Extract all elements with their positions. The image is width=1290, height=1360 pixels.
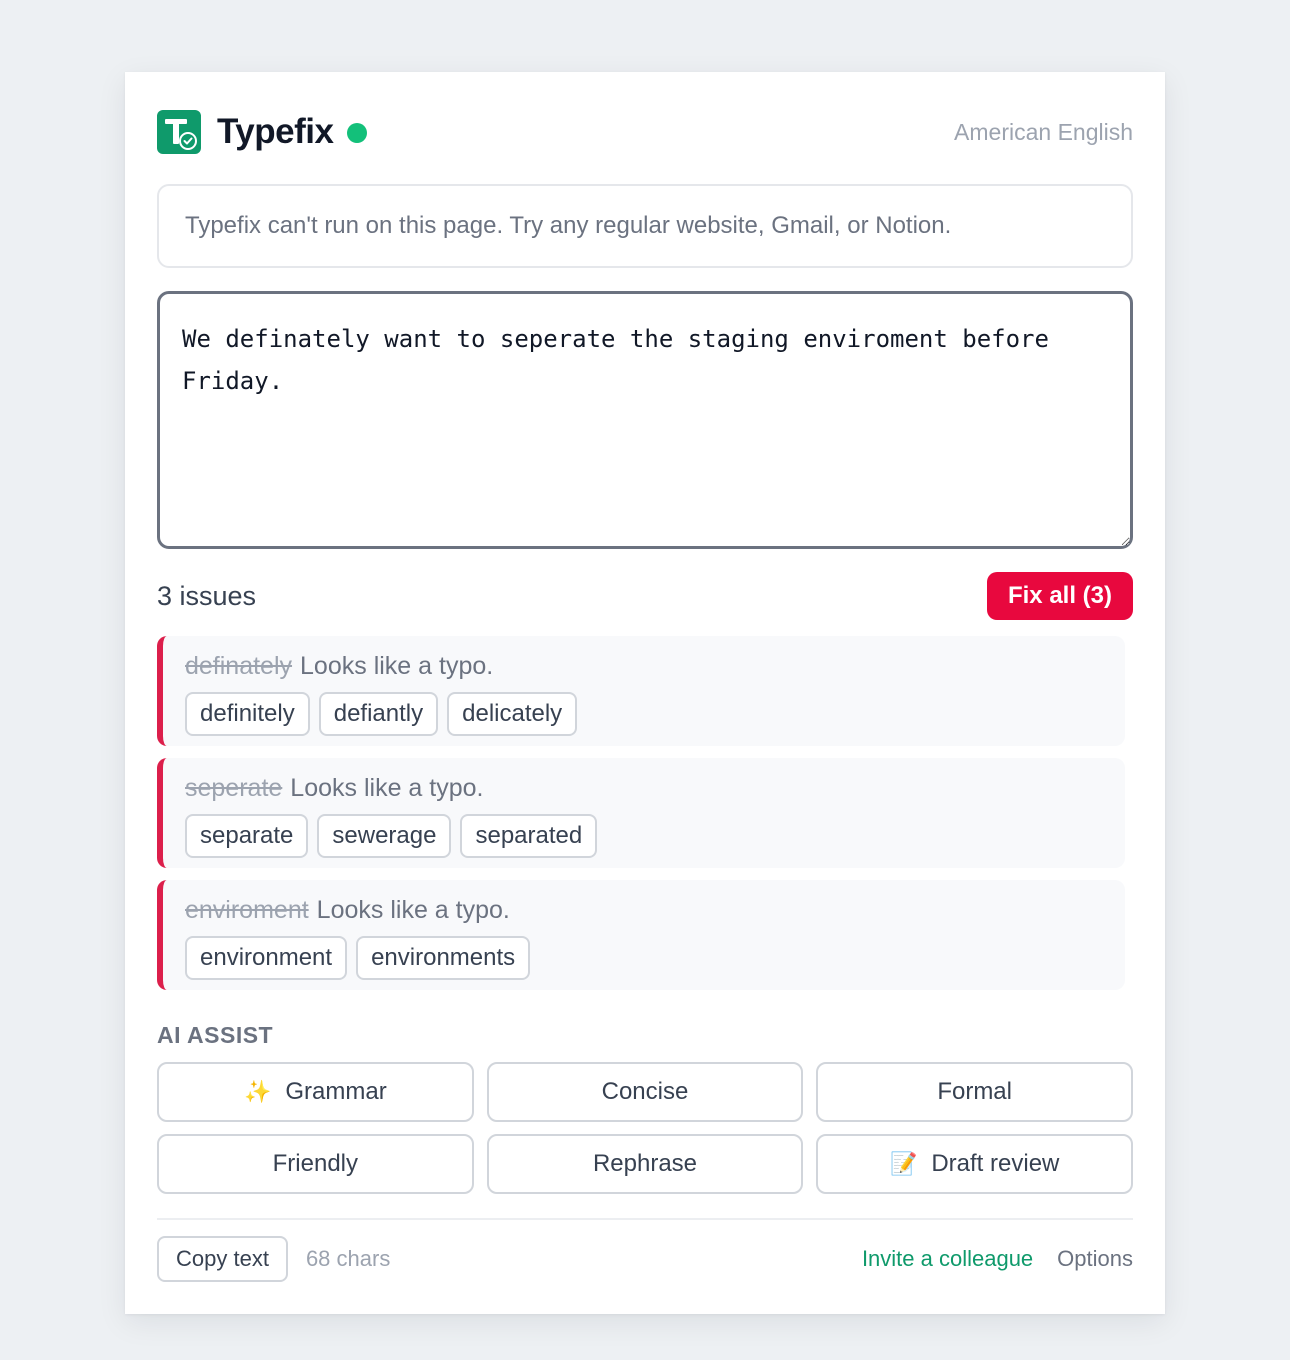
ai-friendly-button[interactable]: Friendly: [157, 1134, 474, 1194]
issue-description: enviroment Looks like a typo.: [185, 894, 1125, 926]
issues-count: 3 issues: [157, 580, 257, 611]
sparkles-icon: ✨: [243, 1079, 272, 1104]
ai-button-label: Grammar: [285, 1078, 387, 1105]
brand: Typefix: [157, 110, 368, 154]
invite-colleague-link[interactable]: Invite a colleague: [862, 1246, 1033, 1272]
issue-message: Looks like a typo.: [300, 652, 494, 680]
app-name: Typefix: [217, 112, 334, 151]
suggestion-list: definitely defiantly delicately: [185, 692, 1125, 736]
issue-card: enviroment Looks like a typo. environment…: [157, 880, 1125, 990]
issue-card: definately Looks like a typo. definitely …: [157, 636, 1125, 746]
footer-right: Invite a colleague Options: [862, 1246, 1133, 1272]
ai-button-label: Rephrase: [592, 1150, 698, 1177]
suggestion-chip[interactable]: definitely: [185, 692, 310, 736]
language-selector[interactable]: American English: [954, 119, 1133, 146]
ai-assist-heading: AI ASSIST: [157, 1022, 274, 1048]
suggestion-chip[interactable]: separated: [460, 814, 598, 858]
misspelled-word: definately: [185, 652, 293, 680]
misspelled-word: enviroment: [185, 896, 309, 924]
issues-list: definately Looks like a typo. definitely …: [157, 636, 1125, 1002]
issue-message: Looks like a typo.: [290, 774, 484, 802]
ai-rephrase-button[interactable]: Rephrase: [486, 1134, 804, 1194]
suggestion-chip[interactable]: delicately: [447, 692, 578, 736]
text-editor[interactable]: We definately want to seperate the stagi…: [157, 291, 1133, 549]
suggestion-chip[interactable]: environments: [356, 936, 531, 980]
status-dot-icon: [347, 123, 368, 143]
ai-button-label: Formal: [937, 1078, 1012, 1105]
ai-button-label: Friendly: [272, 1150, 358, 1177]
footer: Copy text 68 chars Invite a colleague Op…: [157, 1236, 1133, 1282]
fix-all-button[interactable]: Fix all (3): [986, 572, 1133, 620]
suggestion-chip[interactable]: environment: [185, 936, 348, 980]
ai-button-label: Concise: [601, 1078, 689, 1105]
typefix-logo-icon: [157, 110, 201, 154]
issues-header: 3 issues Fix all (3): [157, 572, 1133, 620]
suggestion-chip[interactable]: separate: [185, 814, 309, 858]
suggestion-chip[interactable]: sewerage: [317, 814, 452, 858]
ai-grammar-button[interactable]: ✨ Grammar: [157, 1062, 474, 1122]
suggestion-chip[interactable]: defiantly: [318, 692, 439, 736]
ai-button-label: Draft review: [931, 1150, 1060, 1177]
issue-message: Looks like a typo.: [316, 896, 510, 924]
misspelled-word: seperate: [185, 774, 283, 802]
ai-concise-button[interactable]: Concise: [486, 1062, 804, 1122]
copy-text-button[interactable]: Copy text: [157, 1236, 288, 1282]
memo-icon: 📝: [889, 1151, 918, 1176]
options-link[interactable]: Options: [1057, 1246, 1133, 1272]
issue-description: seperate Looks like a typo.: [185, 772, 1125, 804]
ai-draft-review-button[interactable]: 📝 Draft review: [816, 1134, 1133, 1194]
issue-description: definately Looks like a typo.: [185, 650, 1125, 682]
footer-divider: [157, 1218, 1133, 1220]
typefix-popup: Typefix American English Typefix can't r…: [125, 72, 1165, 1314]
ai-assist-buttons: ✨ Grammar Concise Formal Friendly Rephras…: [157, 1062, 1133, 1194]
suggestion-list: environment environments: [185, 936, 1125, 980]
unsupported-page-notice: Typefix can't run on this page. Try any …: [157, 184, 1133, 268]
ai-formal-button[interactable]: Formal: [816, 1062, 1133, 1122]
issue-card: seperate Looks like a typo. separate sewe…: [157, 758, 1125, 868]
footer-left: Copy text 68 chars: [157, 1236, 390, 1282]
header: Typefix American English: [157, 110, 1133, 154]
suggestion-list: separate sewerage separated: [185, 814, 1125, 858]
char-count: 68 chars: [305, 1246, 391, 1271]
